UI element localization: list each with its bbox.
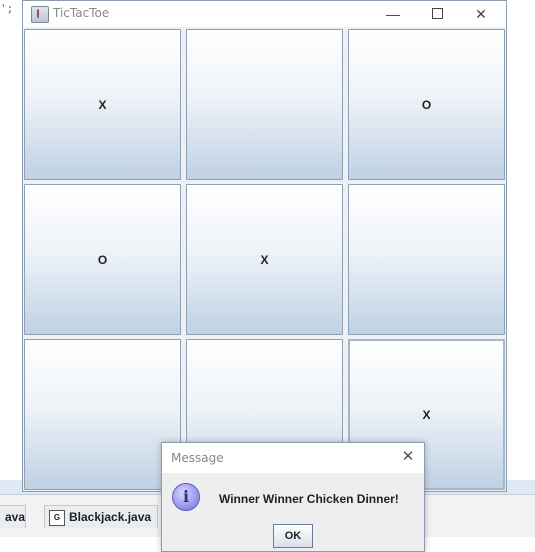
ide-tab-label: ava xyxy=(5,510,26,524)
board-cell-6[interactable] xyxy=(348,184,505,335)
maximize-button[interactable] xyxy=(415,1,459,27)
board-cell-4[interactable]: O xyxy=(24,184,181,335)
dialog-title: Message xyxy=(171,451,224,465)
dialog-message: Winner Winner Chicken Dinner! xyxy=(219,492,399,506)
close-button[interactable]: ✕ xyxy=(459,1,503,27)
ide-tab-java[interactable]: ava xyxy=(0,505,26,528)
dialog-title-bar[interactable]: Message ✕ xyxy=(162,443,424,473)
title-bar[interactable]: TicTacToe — ✕ xyxy=(23,1,506,27)
board-cell-1[interactable]: X xyxy=(24,29,181,180)
editor-background: '; xyxy=(0,0,22,480)
ide-tab-blackjack[interactable]: G Blackjack.java xyxy=(44,505,159,528)
ok-button[interactable]: OK xyxy=(273,524,313,548)
ide-tab-label: Blackjack.java xyxy=(69,510,152,524)
info-icon: i xyxy=(172,483,200,511)
game-board: X O O X X xyxy=(23,28,507,490)
minimize-button[interactable]: — xyxy=(371,1,415,27)
board-cell-3[interactable]: O xyxy=(348,29,505,180)
maximize-icon xyxy=(431,8,443,20)
board-cell-7[interactable] xyxy=(24,339,181,490)
editor-background-right xyxy=(507,0,535,480)
code-fragment: '; xyxy=(0,2,14,15)
board-cell-5[interactable]: X xyxy=(186,184,343,335)
java-app-icon xyxy=(31,6,49,23)
minimize-icon: — xyxy=(386,6,400,22)
close-icon: ✕ xyxy=(401,448,415,465)
close-icon: ✕ xyxy=(475,6,487,22)
tictactoe-window: TicTacToe — ✕ X O O X X xyxy=(22,0,507,492)
window-title: TicTacToe xyxy=(53,6,110,20)
java-file-icon: G xyxy=(49,509,65,526)
dialog-close-button[interactable]: ✕ xyxy=(398,447,418,467)
board-cell-2[interactable] xyxy=(186,29,343,180)
